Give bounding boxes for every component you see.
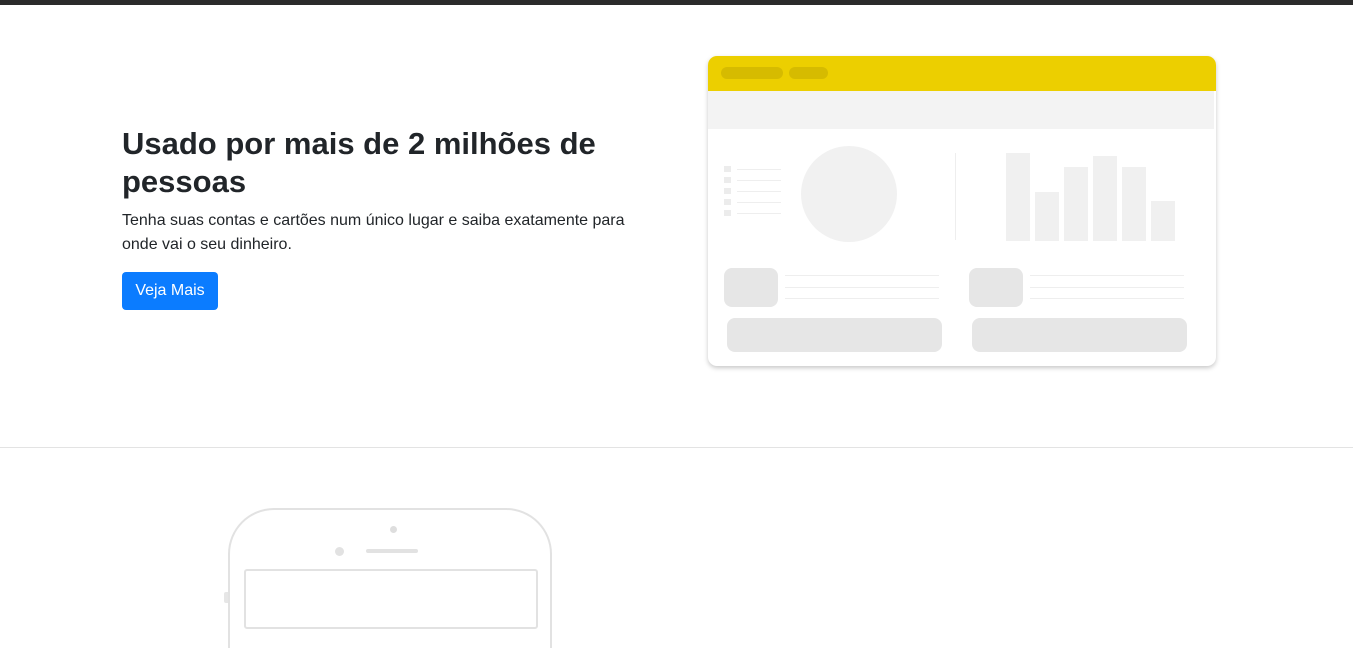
hero-description: Tenha suas contas e cartões num único lu…: [122, 212, 625, 253]
phone-camera-icon: [390, 526, 397, 533]
pie-chart-placeholder: [801, 146, 897, 242]
veja-mais-button[interactable]: Veja Mais: [122, 272, 218, 310]
header-placeholder-pill: [789, 67, 828, 79]
dashboard-header: [708, 56, 1216, 91]
chart-divider: [955, 153, 956, 240]
phone-sensor-icon: [335, 547, 344, 556]
phone-speaker-icon: [366, 549, 418, 553]
phone-screen: [244, 569, 538, 629]
hero-title: Usado por mais de 2 milhões de pessoas: [122, 126, 596, 199]
phone-illustration: [228, 508, 552, 648]
dashboard-toolbar-placeholder: [708, 91, 1214, 129]
dashboard-illustration: [708, 56, 1216, 366]
hero-section: Usado por mais de 2 milhões de pessoas T…: [0, 5, 1353, 448]
header-placeholder-pill: [721, 67, 783, 79]
